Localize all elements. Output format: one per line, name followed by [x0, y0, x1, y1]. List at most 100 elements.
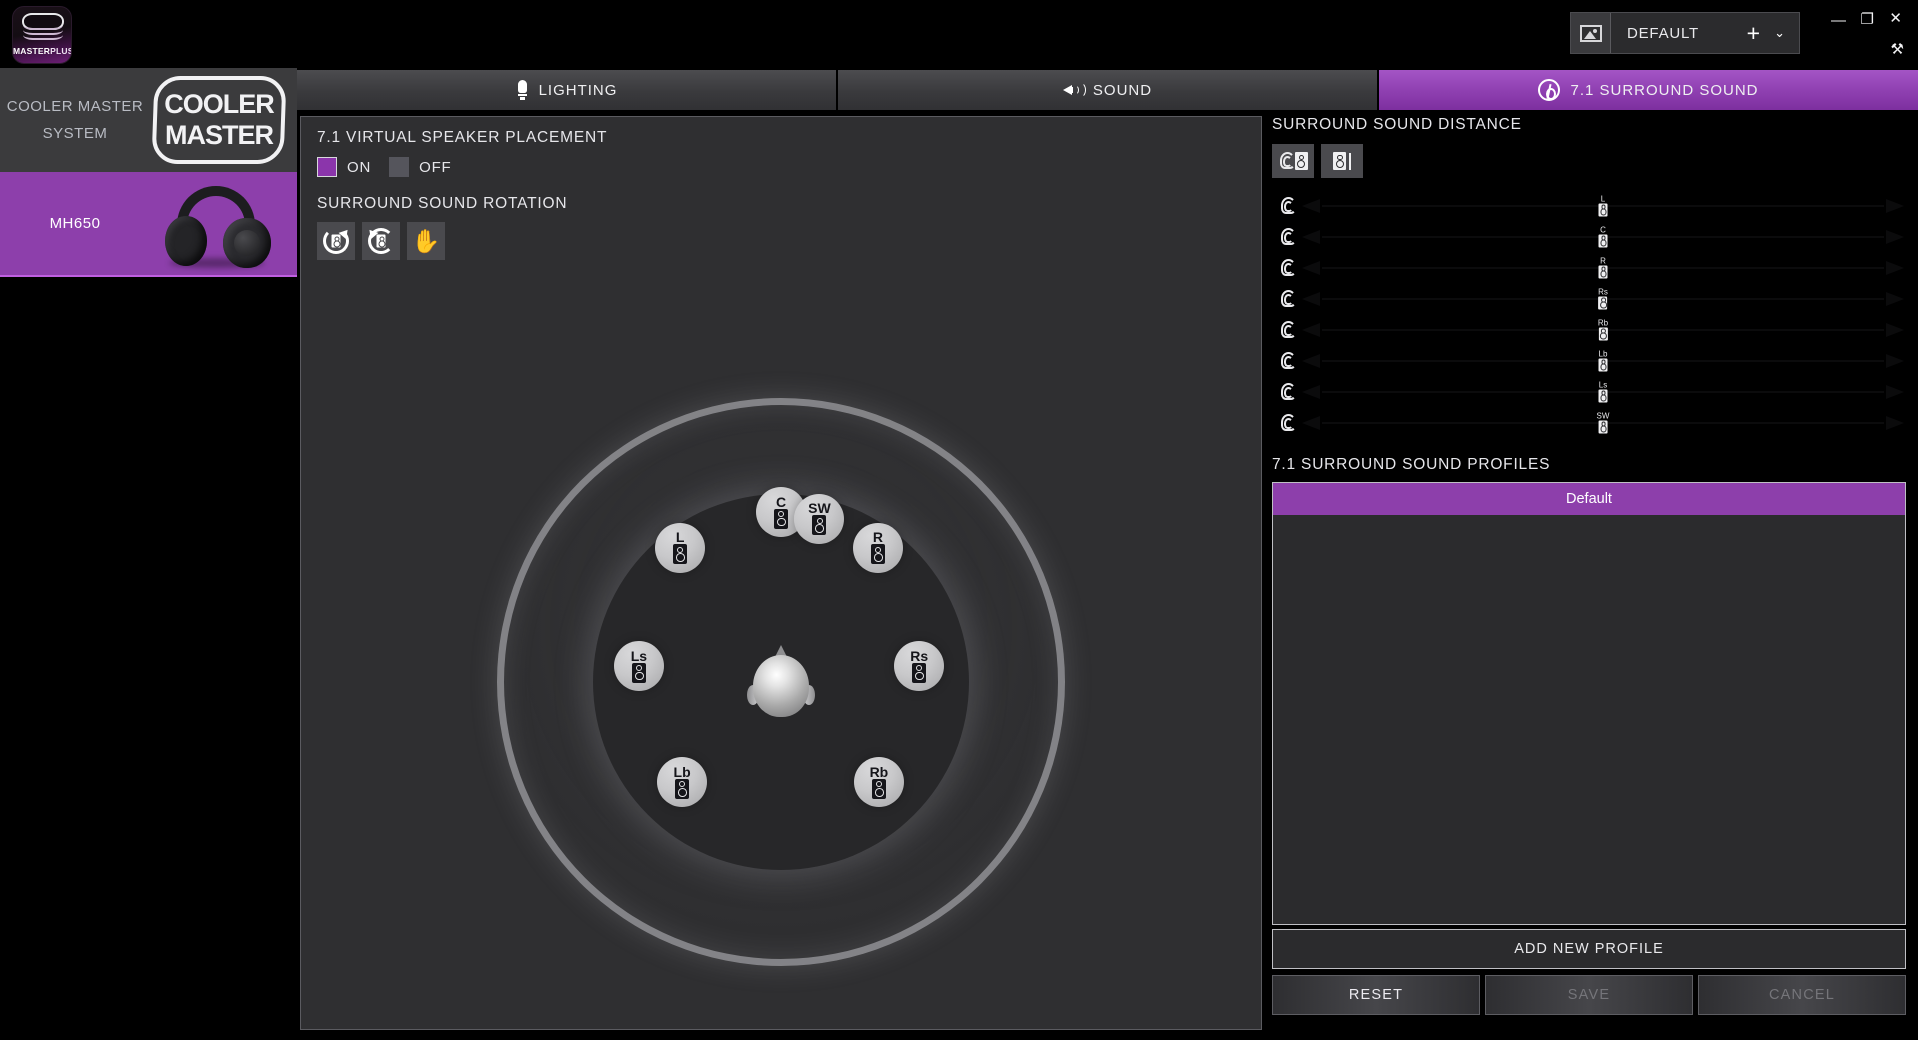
slider-thumb[interactable]: SW [1597, 412, 1610, 433]
tab-sound[interactable]: SOUND [838, 70, 1377, 110]
increase-arrow-icon[interactable] [1886, 416, 1904, 430]
ear-icon [1279, 152, 1292, 170]
ear-icon [1272, 197, 1300, 215]
cm-logo-line-1: COOLER [164, 89, 274, 120]
slider-track[interactable]: SW [1300, 407, 1906, 438]
increase-arrow-icon[interactable] [1886, 261, 1904, 275]
close-button[interactable]: ✕ [1889, 9, 1902, 27]
speaker-icon [1598, 327, 1607, 340]
decrease-arrow-icon[interactable] [1302, 416, 1320, 430]
tab-lighting[interactable]: LIGHTING [297, 70, 836, 110]
distance-mode-group [1272, 144, 1906, 178]
speaker-node-label: Rs [910, 650, 928, 662]
speaker-node-sw[interactable]: SW [794, 494, 844, 544]
slider-thumb[interactable]: Rb [1598, 319, 1608, 340]
decrease-arrow-icon[interactable] [1302, 230, 1320, 244]
rotate-counterclockwise-button[interactable] [362, 222, 400, 260]
ear-icon [1272, 228, 1300, 246]
slider-track[interactable]: Rb [1300, 314, 1906, 345]
tab-surround-sound[interactable]: 7.1 SURROUND SOUND [1379, 70, 1918, 110]
decrease-arrow-icon[interactable] [1302, 323, 1320, 337]
slider-track[interactable]: R [1300, 252, 1906, 283]
profile-selector[interactable]: DEFAULT + ⌄ [1570, 12, 1800, 54]
decrease-arrow-icon[interactable] [1302, 261, 1320, 275]
ear-to-speaker-mode-button[interactable] [1272, 144, 1314, 178]
add-profile-icon[interactable]: + [1737, 22, 1770, 45]
headset-icon [163, 186, 271, 266]
add-new-profile-button[interactable]: ADD NEW PROFILE [1272, 929, 1906, 969]
increase-arrow-icon[interactable] [1886, 385, 1904, 399]
slider-track[interactable]: L [1300, 190, 1906, 221]
slider-track[interactable]: Rs [1300, 283, 1906, 314]
slider-track[interactable]: C [1300, 221, 1906, 252]
minimize-button[interactable]: — [1831, 12, 1846, 29]
bar-icon [1349, 153, 1351, 170]
slider-thumb-label: Ls [1599, 381, 1607, 389]
decrease-arrow-icon[interactable] [1302, 354, 1320, 368]
speaker-node-r[interactable]: R [853, 523, 903, 573]
logo-word-plus: PLUS [50, 46, 72, 56]
speaker-icon [872, 779, 886, 799]
action-button-row: RESETSAVECANCEL [1272, 975, 1906, 1015]
speaker-icon [1599, 203, 1608, 216]
sidebar-item-mh650[interactable]: MH650 [0, 172, 297, 277]
distance-slider-sw[interactable]: SW [1272, 407, 1906, 438]
slider-thumb[interactable]: L [1599, 195, 1608, 216]
placement-toggle-on[interactable] [317, 157, 337, 177]
distance-slider-r[interactable]: R [1272, 252, 1906, 283]
increase-arrow-icon[interactable] [1886, 199, 1904, 213]
slider-thumb[interactable]: R [1599, 257, 1608, 278]
rotation-title: SURROUND SOUND ROTATION [301, 177, 1261, 213]
speaker-icon [1599, 389, 1608, 402]
slider-thumb[interactable]: Ls [1599, 381, 1608, 402]
distance-slider-rs[interactable]: Rs [1272, 283, 1906, 314]
profile-list-item[interactable]: Default [1273, 483, 1905, 515]
rotation-button-group: ✋ [301, 213, 1261, 260]
slider-thumb[interactable]: Rs [1598, 288, 1608, 309]
tools-icon[interactable]: ⚒ [1891, 40, 1904, 58]
speaker-icon [1063, 81, 1083, 99]
increase-arrow-icon[interactable] [1886, 230, 1904, 244]
profile-thumbnail-button[interactable] [1571, 13, 1611, 53]
speaker-placement-panel: 7.1 VIRTUAL SPEAKER PLACEMENT ON OFF SUR… [300, 116, 1262, 1030]
distance-slider-c[interactable]: C [1272, 221, 1906, 252]
speaker-icon [632, 663, 646, 683]
slider-track[interactable]: Lb [1300, 345, 1906, 376]
placement-toggle-off[interactable] [389, 157, 409, 177]
speaker-stage[interactable]: CSWLRLsRsLbRb [301, 362, 1261, 1002]
distance-slider-l[interactable]: L [1272, 190, 1906, 221]
increase-arrow-icon[interactable] [1886, 323, 1904, 337]
speaker-icon [1599, 296, 1608, 309]
speaker-icon [673, 544, 687, 564]
decrease-arrow-icon[interactable] [1302, 385, 1320, 399]
slider-track[interactable]: Ls [1300, 376, 1906, 407]
tab-surround-label: 7.1 SURROUND SOUND [1570, 82, 1758, 99]
stop-rotation-button[interactable]: ✋ [407, 222, 445, 260]
maximize-button[interactable]: ❐ [1861, 10, 1874, 28]
increase-arrow-icon[interactable] [1886, 354, 1904, 368]
chevron-down-icon[interactable]: ⌄ [1770, 25, 1799, 41]
decrease-arrow-icon[interactable] [1302, 199, 1320, 213]
speaker-node-l[interactable]: L [655, 523, 705, 573]
rotate-clockwise-button[interactable] [317, 222, 355, 260]
logo-disc-icon [22, 13, 64, 39]
speaker-to-wall-mode-button[interactable] [1321, 144, 1363, 178]
distance-slider-ls[interactable]: Ls [1272, 376, 1906, 407]
slider-thumb-label: C [1600, 226, 1606, 234]
placement-toggle-group: ON OFF [301, 147, 1261, 177]
speaker-icon [675, 779, 689, 799]
speaker-node-label: R [873, 531, 883, 543]
surround-icon [1538, 79, 1560, 101]
reset-button[interactable]: RESET [1272, 975, 1480, 1015]
speaker-node-ls[interactable]: Ls [614, 641, 664, 691]
slider-thumb[interactable]: Lb [1599, 350, 1608, 371]
slider-thumb[interactable]: C [1599, 226, 1608, 247]
distance-slider-rb[interactable]: Rb [1272, 314, 1906, 345]
decrease-arrow-icon[interactable] [1302, 292, 1320, 306]
placement-toggle-off-label: OFF [419, 159, 451, 176]
sidebar-brand-text: COOLER MASTER SYSTEM [0, 93, 150, 147]
increase-arrow-icon[interactable] [1886, 292, 1904, 306]
distance-slider-lb[interactable]: Lb [1272, 345, 1906, 376]
masterplus-logo[interactable]: MASTERPLUS+ [12, 6, 72, 64]
speaker-node-rs[interactable]: Rs [894, 641, 944, 691]
